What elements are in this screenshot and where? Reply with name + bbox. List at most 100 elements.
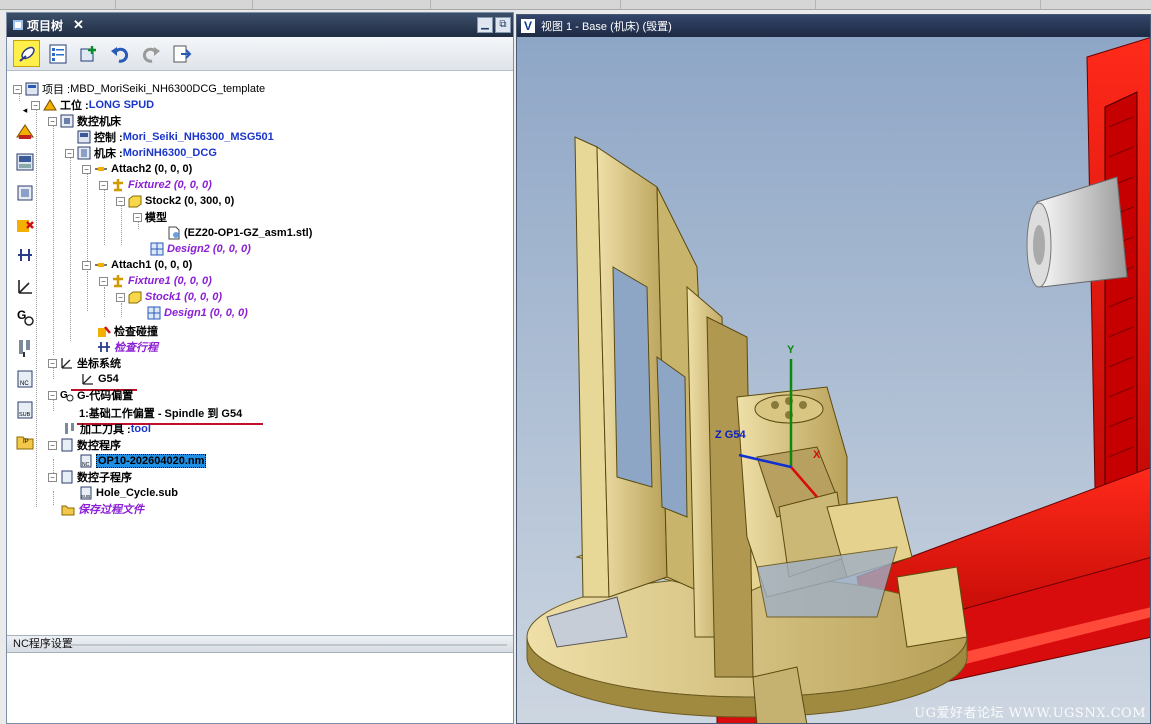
project-tree-panel: 项目树 ✕ ▁ ⧉ ◂ G NC SUB IP − 项目: MBD_MoriS… (6, 12, 514, 724)
coord-icon (81, 372, 95, 386)
view-window: V 视图 1 - Base (机床) (毁置) Y X Z G54 UG爱好者论… (516, 14, 1151, 724)
collapse-toggle-icon[interactable]: − (48, 472, 57, 482)
setup-name: LONG SPUD (88, 99, 155, 111)
fixture1-label: Fixture1 (0, 0, 0) (128, 275, 212, 287)
tree-node-stl-file[interactable]: (EZ20-OP1-GZ_asm1.stl) (167, 225, 312, 241)
panel-icon (13, 20, 23, 30)
tree-node-design1[interactable]: Design1 (0, 0, 0) (147, 305, 248, 321)
axis-x-label: X (813, 449, 821, 461)
tree-node-sub-file[interactable]: SUB Hole_Cycle.sub (79, 485, 178, 501)
tree-node-project[interactable]: − 项目 : MBD_MoriSeiki_NH6300DCG_template (13, 81, 265, 97)
control-name: Mori_Seiki_NH6300_MSG501 (122, 131, 274, 143)
collision-check-label: 检查碰撞 (114, 326, 158, 338)
tree-node-attach2[interactable]: − Attach2 (0, 0, 0) (82, 161, 192, 177)
tree-node-model[interactable]: − 模型 (133, 209, 167, 225)
stock-icon (128, 194, 142, 208)
tree-node-tool[interactable]: 加工刀具 : tool (63, 421, 151, 437)
project-prefix: 项目 : (42, 84, 71, 96)
nc-settings-title: NC程序设置 (13, 638, 73, 650)
vericut-logo: V (521, 19, 535, 33)
control-node-icon (77, 130, 91, 144)
attach2-label: Attach2 (0, 0, 0) (111, 163, 193, 175)
collapse-toggle-icon[interactable]: − (133, 212, 142, 222)
tree-node-setup[interactable]: − 工位 : LONG SPUD (31, 97, 154, 113)
collapse-toggle-icon[interactable]: − (48, 358, 57, 368)
tree-node-nc-subprogram[interactable]: − 数控子程序 (48, 469, 132, 485)
collapse-toggle-icon[interactable]: − (116, 196, 125, 206)
collapse-toggle-icon[interactable]: − (82, 164, 91, 174)
nc-program-label: 数控程序 (77, 440, 121, 452)
svg-text:SUB: SUB (81, 494, 90, 499)
design2-label: Design2 (0, 0, 0) (167, 243, 251, 255)
tree-node-travel-check[interactable]: 检查行程 (97, 339, 158, 355)
tree-node-gcode-offset[interactable]: − G G-代码偏置 (48, 387, 133, 403)
collapse-toggle-icon[interactable]: − (99, 276, 108, 286)
tree-node-fixture1[interactable]: − Fixture1 (0, 0, 0) (99, 273, 212, 289)
collapse-toggle-icon[interactable]: − (99, 180, 108, 190)
control-prefix: 控制 : (94, 132, 123, 144)
g54-label: G54 (98, 373, 119, 385)
nc-subprogram-label: 数控子程序 (77, 472, 132, 484)
project-name: MBD_MoriSeiki_NH6300DCG_template (70, 83, 266, 95)
project-tree-icon[interactable] (44, 40, 71, 67)
stl-file-label: (EZ20-OP1-GZ_asm1.stl) (184, 227, 313, 239)
design-icon (147, 306, 161, 320)
tree-node-g54[interactable]: G54 (81, 371, 119, 387)
tree-node-design2[interactable]: Design2 (0, 0, 0) (150, 241, 251, 257)
model-label: 模型 (145, 212, 167, 224)
cursor-icon[interactable] (13, 40, 40, 67)
fixture-icon (111, 178, 125, 192)
svg-text:NC: NC (82, 462, 90, 468)
view-title-bar: V 视图 1 - Base (机床) (毁置) (517, 15, 1150, 37)
add-node-icon[interactable] (75, 40, 102, 67)
base-offset-label: 1:基础工作偏置 - Spindle 到 G54 (79, 408, 243, 420)
coord-system-icon (60, 356, 74, 370)
tree-node-save-process[interactable]: 保存过程文件 (61, 501, 144, 517)
collapse-toggle-icon[interactable]: − (31, 100, 40, 110)
tree-node-cnc-machine[interactable]: − 数控机床 (48, 113, 121, 129)
restore-button[interactable]: ⧉ (495, 17, 511, 33)
3d-viewport[interactable]: Y X Z G54 UG爱好者论坛 WWW.UGSNX.COM (517, 37, 1150, 723)
axis-y-label: Y (787, 344, 795, 356)
panel-tab-title[interactable]: 项目树 (27, 17, 63, 34)
fixture2-label: Fixture2 (0, 0, 0) (128, 179, 212, 191)
travel-check-icon (97, 340, 111, 354)
axis-z-g54-label: Z G54 (715, 429, 746, 441)
project-tree: − 项目 : MBD_MoriSeiki_NH6300DCG_template … (7, 73, 513, 633)
tree-node-stock1[interactable]: − Stock1 (0, 0, 0) (116, 289, 222, 305)
collapse-toggle-icon[interactable]: − (48, 440, 57, 450)
tree-node-fixture2[interactable]: − Fixture2 (0, 0, 0) (99, 177, 212, 193)
redo-icon[interactable] (137, 40, 164, 67)
collision-check-icon (97, 324, 111, 338)
minimize-button[interactable]: ▁ (477, 17, 493, 33)
tree-node-coord-system[interactable]: − 坐标系统 (48, 355, 121, 371)
nc-settings-header[interactable]: NC程序设置 (7, 635, 513, 653)
tree-node-nc-file[interactable]: NC OP10-202604020.nm (79, 453, 207, 469)
close-icon[interactable]: ✕ (73, 17, 84, 33)
stock-icon (128, 290, 142, 304)
travel-check-label: 检查行程 (114, 342, 158, 354)
tree-node-nc-program[interactable]: − 数控程序 (48, 437, 121, 453)
machine-prefix: 机床 : (94, 148, 123, 160)
tree-node-base-offset[interactable]: 1:基础工作偏置 - Spindle 到 G54 (79, 405, 242, 421)
collapse-toggle-icon[interactable]: − (116, 292, 125, 302)
tree-node-attach1[interactable]: − Attach1 (0, 0, 0) (82, 257, 192, 273)
export-icon[interactable] (168, 40, 195, 67)
machine-node-icon (77, 146, 91, 160)
collapse-toggle-icon[interactable]: − (65, 148, 74, 158)
tool-prefix: 加工刀具 : (80, 424, 131, 436)
collapse-toggle-icon[interactable]: − (13, 84, 22, 94)
cnc-machine-icon (60, 114, 74, 128)
collapse-toggle-icon[interactable]: − (48, 390, 57, 400)
collapse-toggle-icon[interactable]: − (48, 116, 57, 126)
stock1-label: Stock1 (0, 0, 0) (145, 291, 223, 303)
tree-node-stock2[interactable]: − Stock2 (0, 300, 0) (116, 193, 234, 209)
tool-node-icon (63, 422, 77, 436)
tree-node-collision-check[interactable]: 检查碰撞 (97, 323, 158, 339)
undo-icon[interactable] (106, 40, 133, 67)
collapse-toggle-icon[interactable]: − (82, 260, 91, 270)
tree-node-control[interactable]: 控制 : Mori_Seiki_NH6300_MSG501 (77, 129, 274, 145)
tree-node-machine[interactable]: − 机床 : MoriNH6300_DCG (65, 145, 217, 161)
sub-file-label: Hole_Cycle.sub (96, 487, 178, 499)
setup-prefix: 工位 : (60, 100, 89, 112)
